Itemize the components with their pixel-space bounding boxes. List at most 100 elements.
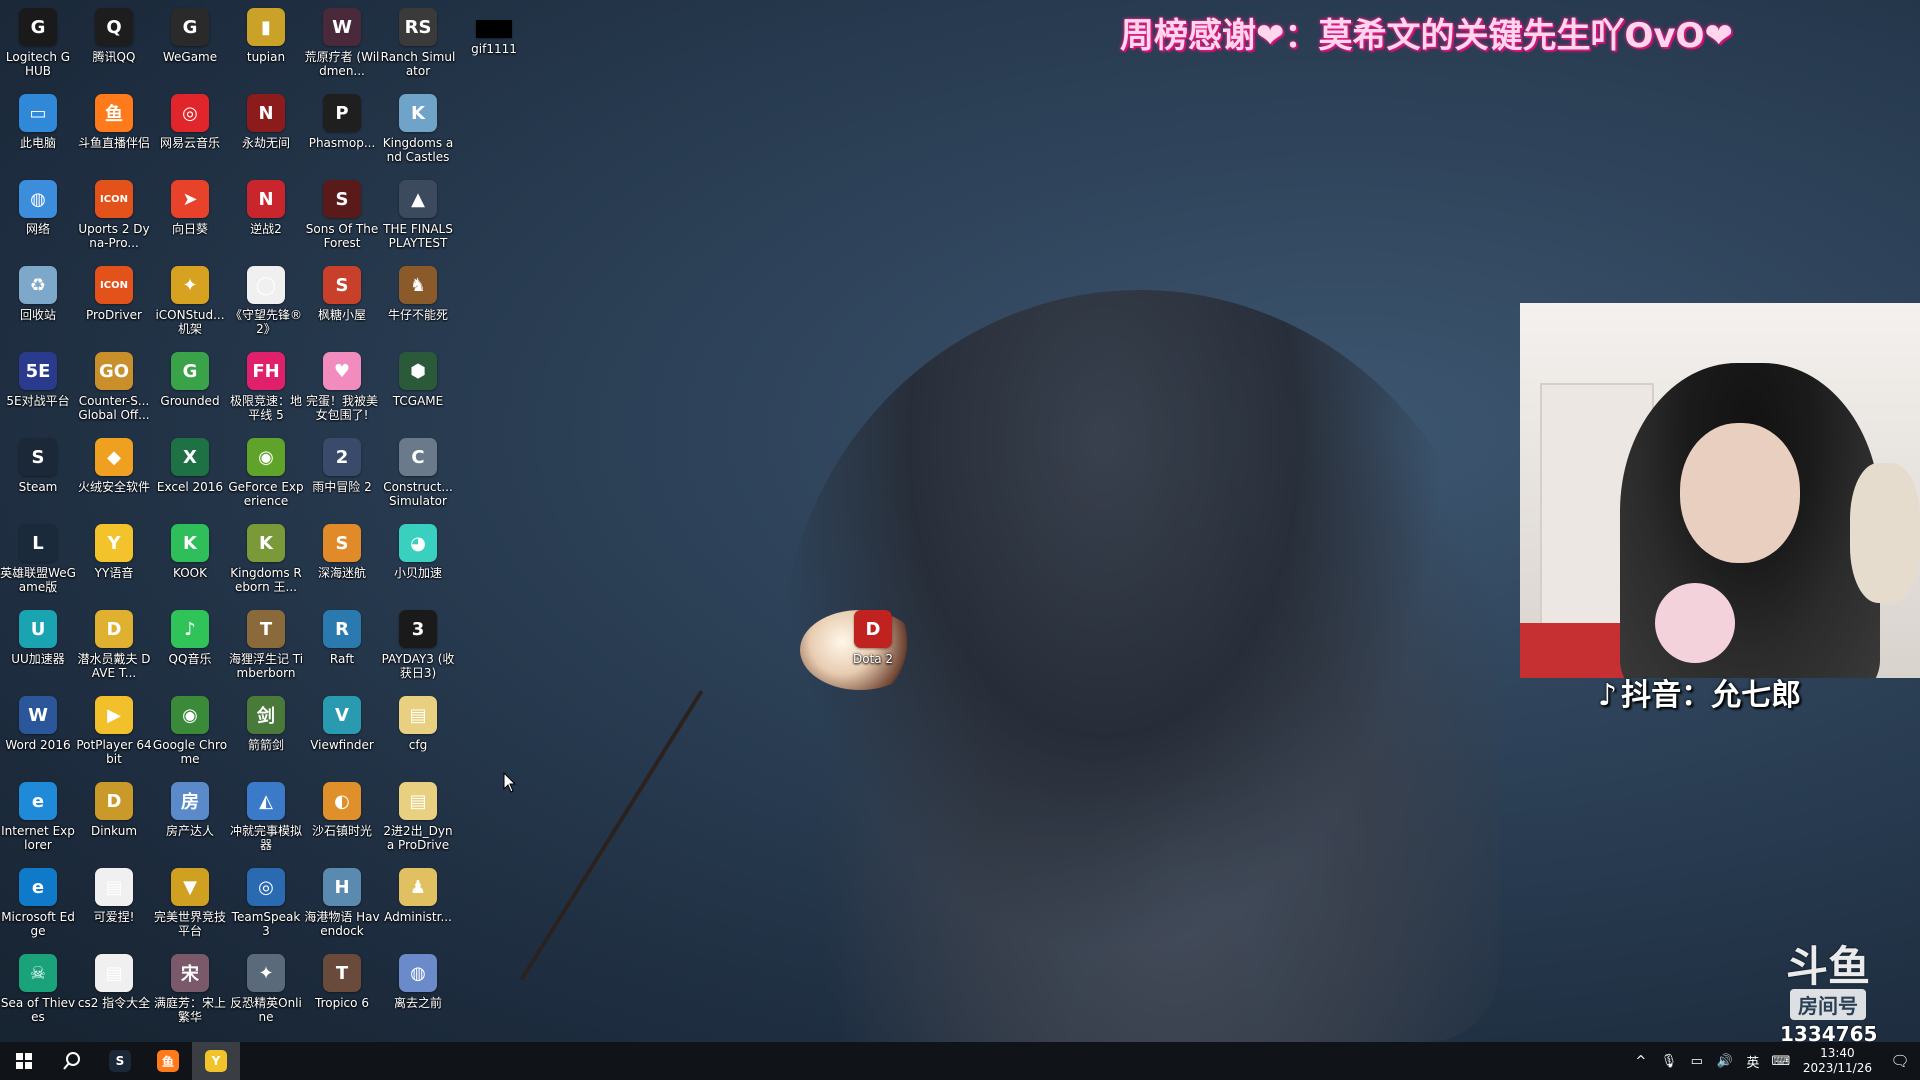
desktop-icon[interactable]: ◉ GeForce Experience (228, 430, 304, 516)
desktop-icon[interactable]: e Microsoft Edge (0, 860, 76, 946)
desktop-icon[interactable]: H 海港物语 Havendock (304, 860, 380, 946)
desktop-icon[interactable]: ▭ 此电脑 (0, 86, 76, 172)
desktop-icon-label: 海狸浮生记 Timberborn (228, 652, 304, 680)
mouse-cursor-icon (503, 772, 517, 793)
app-icon: S (323, 180, 361, 218)
desktop-icon[interactable]: Y YY语音 (76, 516, 152, 602)
desktop-icon[interactable]: X Excel 2016 (152, 430, 228, 516)
desktop-icon-label: 《守望先锋®2》 (229, 308, 302, 336)
taskbar-app-yy[interactable]: Y (192, 1042, 240, 1080)
desktop-icon[interactable]: 5E 5E对战平台 (0, 344, 76, 430)
desktop-icon[interactable]: ◕ 小贝加速 (380, 516, 456, 602)
desktop-icon[interactable]: L 英雄联盟WeGame版 (0, 516, 76, 602)
desktop-icon[interactable]: T Tropico 6 (304, 946, 380, 1032)
desktop-icon[interactable]: ♞ 牛仔不能死 (380, 258, 456, 344)
desktop-icon[interactable]: G Grounded (152, 344, 228, 430)
desktop-icon[interactable]: ➤ 向日葵 (152, 172, 228, 258)
input-method-indicator[interactable]: 英 (1739, 1042, 1767, 1080)
douyin-note-icon: ♪ (1598, 678, 1618, 713)
desktop-icon[interactable]: S Steam (0, 430, 76, 516)
taskbar-clock[interactable]: 13:40 2023/11/26 (1795, 1046, 1880, 1076)
app-icon: GO (95, 352, 133, 390)
desktop-icon-dota2[interactable]: D Dota 2 (835, 602, 911, 688)
desktop-icon[interactable]: ▤ 可爱捏! (76, 860, 152, 946)
desktop-icon[interactable]: 房房产达人 (152, 774, 228, 860)
desktop-icon[interactable]: N 逆战2 (228, 172, 304, 258)
app-icon: C (399, 438, 437, 476)
desktop-icon[interactable]: ◍ 离去之前 (380, 946, 456, 1032)
search-button[interactable] (48, 1042, 96, 1080)
desktop-icon[interactable]: ◆ 火绒安全软件 (76, 430, 152, 516)
desktop-icon[interactable]: 剑箭箭剑 (228, 688, 304, 774)
desktop-icon[interactable]: W Word 2016 (0, 688, 76, 774)
network-icon[interactable]: ▭ (1683, 1042, 1711, 1080)
desktop-icon[interactable]: e Internet Explorer (0, 774, 76, 860)
desktop-icon[interactable]: K Kingdoms and Castles (380, 86, 456, 172)
desktop-icon[interactable]: ◉ Google Chrome (152, 688, 228, 774)
desktop-icon-label: gif1111 (471, 42, 517, 56)
desktop-icon[interactable]: ⬢ TCGAME (380, 344, 456, 430)
desktop-icon[interactable]: V Viewfinder (304, 688, 380, 774)
desktop-icon[interactable]: ▮ tupian (228, 0, 304, 86)
desktop-icon[interactable]: ▤ 2进2出_Dyna ProDrive 4... (380, 774, 456, 860)
desktop-icon[interactable]: ICON ProDriver (76, 258, 152, 344)
desktop-icon[interactable]: ☠ Sea of Thieves (0, 946, 76, 1032)
desktop-icon[interactable]: T 海狸浮生记 Timberborn (228, 602, 304, 688)
desktop-icon-label: iCONStud... 机架 (155, 308, 225, 336)
desktop-icon[interactable]: ◎ TeamSpeak 3 (228, 860, 304, 946)
desktop-icon[interactable]: 3 PAYDAY3 (收获日3) (380, 602, 456, 688)
notification-center-button[interactable]: 🗨 (1880, 1042, 1920, 1080)
desktop-icon[interactable]: 2 雨中冒险 2 (304, 430, 380, 516)
taskbar-app-douyu[interactable]: 鱼 (144, 1042, 192, 1080)
desktop-icon[interactable]: U UU加速器 (0, 602, 76, 688)
desktop-icon[interactable]: ✦ iCONStud... 机架 (152, 258, 228, 344)
desktop-icon[interactable]: ♪ QQ音乐 (152, 602, 228, 688)
desktop-icon[interactable]: ♻ 回收站 (0, 258, 76, 344)
desktop-icon[interactable]: ◍ 网络 (0, 172, 76, 258)
desktop-icon[interactable]: ◐ 沙石镇时光 (304, 774, 380, 860)
desktop-icon[interactable]: S Sons Of The Forest (304, 172, 380, 258)
desktop-icon[interactable]: gif1111 (456, 0, 532, 86)
start-button[interactable] (0, 1042, 48, 1080)
desktop-icon[interactable]: N 永劫无间 (228, 86, 304, 172)
keyboard-layout-icon[interactable]: ⌨ (1767, 1042, 1795, 1080)
desktop-icon[interactable]: GO Counter-S... Global Off... (76, 344, 152, 430)
desktop-icon[interactable]: R Raft (304, 602, 380, 688)
desktop-icon[interactable]: ✦ 反恐精英Online (228, 946, 304, 1032)
desktop-icon[interactable]: ▼ 完美世界竞技平台 (152, 860, 228, 946)
tray-chevron-icon[interactable]: ^ (1627, 1042, 1655, 1080)
desktop-icon[interactable]: C Construct... Simulator (380, 430, 456, 516)
desktop-icon[interactable]: ▤ cfg (380, 688, 456, 774)
desktop-icon[interactable]: K KOOK (152, 516, 228, 602)
taskbar-app-steam[interactable]: S (96, 1042, 144, 1080)
desktop-icon[interactable]: S 深海迷航 (304, 516, 380, 602)
desktop-icon[interactable]: ◭ 冲就完事模拟器 (228, 774, 304, 860)
desktop-icon[interactable]: G WeGame (152, 0, 228, 86)
desktop-icon[interactable]: D Dinkum (76, 774, 152, 860)
microphone-icon[interactable]: 🎙 (1655, 1042, 1683, 1080)
desktop-icon[interactable]: P Phasmop... (304, 86, 380, 172)
desktop-icon[interactable]: G Logitech G HUB (0, 0, 76, 86)
desktop-icon[interactable]: ♟ Administr... (380, 860, 456, 946)
desktop-icon[interactable]: ▲ THE FINALS PLAYTEST (380, 172, 456, 258)
desktop-icon[interactable]: ◎ 网易云音乐 (152, 86, 228, 172)
desktop-icon[interactable]: S 枫糖小屋 (304, 258, 380, 344)
desktop-icon-label: 离去之前 (393, 996, 442, 1010)
desktop-icon[interactable]: FH 极限竞速：地平线 5 (228, 344, 304, 430)
desktop-icon[interactable]: ▶ PotPlayer 64 bit (76, 688, 152, 774)
desktop-icon[interactable]: 宋满庭芳：宋上繁华 (152, 946, 228, 1032)
desktop-icon[interactable]: ♥ 完蛋！我被美女包围了! (304, 344, 380, 430)
desktop-icon[interactable]: Q 腾讯QQ (76, 0, 152, 86)
desktop-icon[interactable]: W 荒原疗者 (Wildmen... (304, 0, 380, 86)
desktop-icon[interactable]: ▤ cs2 指令大全 (76, 946, 152, 1032)
desktop-icon-label: PotPlayer 64 bit (76, 738, 152, 766)
desktop-icon[interactable]: ICON Uports 2 Dyna-Pro... (76, 172, 152, 258)
desktop-icon[interactable]: 鱼斗鱼直播伴侣 (76, 86, 152, 172)
desktop[interactable]: G Logitech G HUB Q 腾讯QQ G WeGame ▮ tupian W 荒原疗者 … (0, 0, 1920, 1046)
desktop-icon[interactable]: RS Ranch Simulator (380, 0, 456, 86)
desktop-icon[interactable]: ◯ 《守望先锋®2》 (228, 258, 304, 344)
desktop-icon[interactable]: D 潜水员戴夫 DAVE T... (76, 602, 152, 688)
app-icon: ◭ (247, 782, 285, 820)
desktop-icon[interactable]: K Kingdoms Reborn 王... (228, 516, 304, 602)
volume-icon[interactable]: 🔊 (1711, 1042, 1739, 1080)
